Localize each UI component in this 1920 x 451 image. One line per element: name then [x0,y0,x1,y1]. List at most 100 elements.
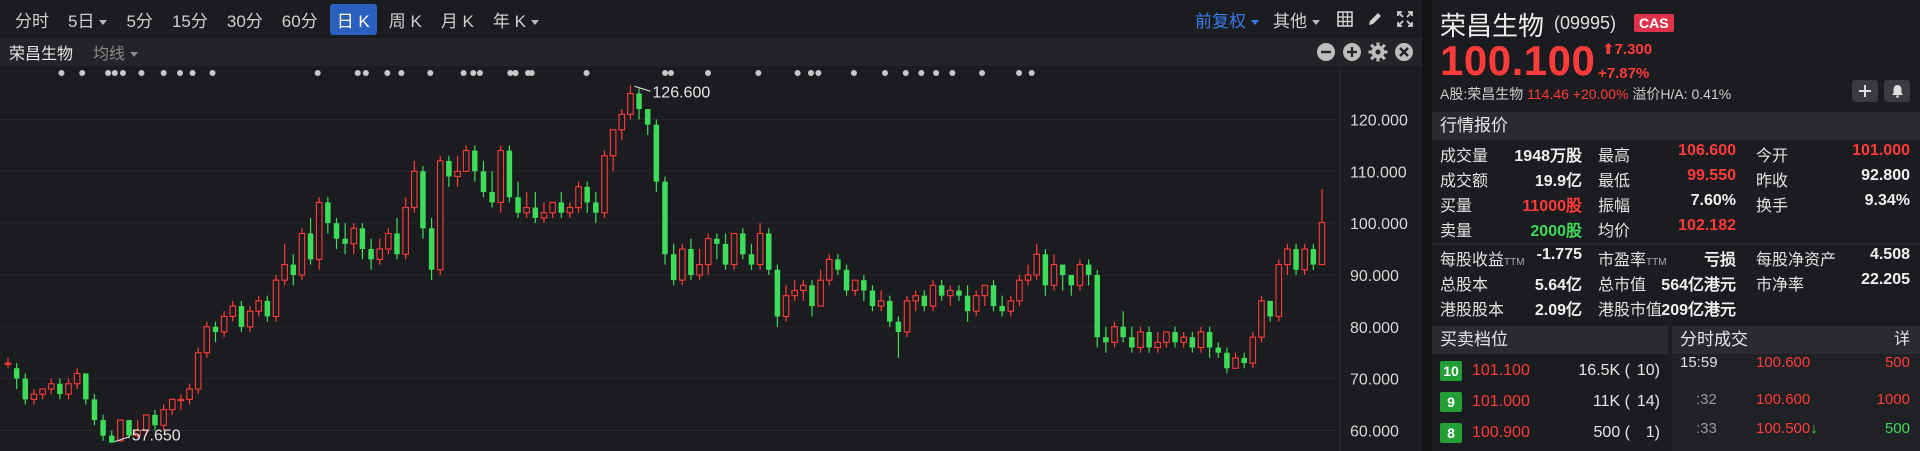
candle-body-up [497,150,505,203]
event-dot[interactable] [512,70,519,76]
event-dot[interactable] [850,70,857,76]
plus-circle-icon[interactable] [1342,42,1362,62]
candle-body-up [1137,331,1144,349]
period-tab-1[interactable]: 5日 [61,4,114,35]
event-dot[interactable] [189,70,196,76]
ticks-detail-link[interactable]: 详 [1894,326,1910,354]
event-dot[interactable] [362,70,369,76]
candle-body-up [385,232,392,250]
gear-icon[interactable] [1368,42,1388,62]
event-dot[interactable] [918,70,925,76]
fundamental-row: 港股股本 2.09亿 港股市值 209亿港元 [1432,296,1920,321]
candle-body-up [730,232,738,266]
order-book-row[interactable]: 8 100.900 500 (1) [1432,416,1668,447]
event-dot[interactable] [662,70,669,76]
event-dot[interactable] [398,70,405,76]
order-book-row[interactable]: 10 101.100 16.5K (10) [1432,354,1668,385]
candle-body-down [1215,347,1222,353]
event-dot[interactable] [176,70,183,76]
candle-body-down [1293,249,1299,270]
event-dot[interactable] [755,70,762,76]
divider [1432,243,1920,245]
event-dot[interactable] [354,70,361,76]
candle-body-down [809,285,815,307]
candle-body-down [472,150,478,172]
pen-icon[interactable] [1366,10,1384,28]
ticks-header: 分时成交详 [1672,326,1920,354]
period-tab-2[interactable]: 5分 [119,4,159,35]
ashare-label[interactable]: A股:荣昌生物 [1440,86,1523,102]
period-tab-9[interactable]: 年 K [486,4,546,35]
event-dot[interactable] [1028,70,1035,76]
event-dot[interactable] [460,70,467,76]
quote-label: 换手 [1756,198,1789,215]
chevron-down-icon [99,19,108,25]
event-dot[interactable] [807,70,814,76]
event-dot[interactable] [794,70,801,76]
grid-icon[interactable] [1336,10,1354,28]
event-dot[interactable] [105,70,112,76]
event-dot[interactable] [427,70,434,76]
candle-body-down [152,414,158,426]
quote-label: 成交额 [1440,173,1489,190]
event-dot[interactable] [979,70,986,76]
event-dot[interactable] [314,70,321,76]
order-book-row[interactable]: 9 101.000 11K (14) [1432,385,1668,416]
event-dot[interactable] [384,70,391,76]
period-tab-3[interactable]: 15分 [165,4,215,35]
toolbar-right: 前复权 其他 [1195,0,1414,38]
adjust-dropdown[interactable]: 前复权 [1195,7,1259,32]
close-circle-icon[interactable] [1394,42,1414,62]
period-tab-6[interactable]: 日 K [329,3,377,35]
event-dot[interactable] [882,70,889,76]
expand-icon[interactable] [1396,10,1414,28]
event-dot[interactable] [79,70,86,76]
candle-body-down [307,233,314,260]
period-tab-7[interactable]: 周 K [382,4,429,35]
quote-value: 101.000 [1852,142,1910,159]
event-dot[interactable] [119,70,126,76]
period-tab-4[interactable]: 30分 [220,4,270,35]
y-tick-label: 80.000 [1350,320,1399,337]
stock-code: (09995) [1554,13,1617,33]
alert-bell-icon[interactable] [1884,80,1910,102]
event-dot[interactable] [470,70,477,76]
event-dot[interactable] [667,70,674,76]
minus-circle-icon[interactable] [1316,42,1336,62]
tick-list[interactable]: 15:59 100.600 500:32 100.600 1000:33 100.500↓… [1672,354,1920,451]
candle-body-down [212,326,219,332]
event-dot[interactable] [160,70,167,76]
quote-label: 均价 [1598,223,1631,240]
fundamentals-table: 每股收益TTM -1.775 市盈率TTM 亏损 每股净资产 4.508 总股本 5.64亿总… [1432,246,1920,321]
event-dot[interactable] [209,70,216,76]
event-dot[interactable] [111,70,118,76]
ttm-tag: TTM [1504,257,1525,268]
add-watchlist-icon[interactable] [1852,80,1878,102]
event-dot[interactable] [507,70,514,76]
panel-divider[interactable] [1422,0,1432,451]
event-dot[interactable] [583,70,590,76]
ma-dropdown[interactable]: 均线 [93,40,139,64]
event-dot[interactable] [902,70,909,76]
quote-value: 1948万股 [1514,148,1582,165]
event-dot[interactable] [476,70,483,76]
event-dot[interactable] [815,70,822,76]
event-dot[interactable] [1016,70,1023,76]
period-tab-0[interactable]: 分时 [8,4,56,35]
candle-body-up [298,232,306,276]
candle-body-down [489,192,495,203]
candle-body-down [956,290,962,296]
event-dot[interactable] [138,70,145,76]
other-dropdown[interactable]: 其他 [1273,7,1320,32]
event-dot[interactable] [528,70,535,76]
candle-body-up [65,383,72,395]
period-tab-8[interactable]: 月 K [434,4,481,35]
event-dot[interactable] [705,70,712,76]
candle-body-up [678,248,686,281]
event-dot[interactable] [949,70,956,76]
event-dot[interactable] [933,70,940,76]
candlestick-chart[interactable]: 120.000 110.000 100.000 90.000 80.000 70.000 6… [0,66,1422,451]
period-tab-5[interactable]: 60分 [275,4,325,35]
candle-body-down [1129,337,1135,348]
event-dot[interactable] [58,70,65,76]
